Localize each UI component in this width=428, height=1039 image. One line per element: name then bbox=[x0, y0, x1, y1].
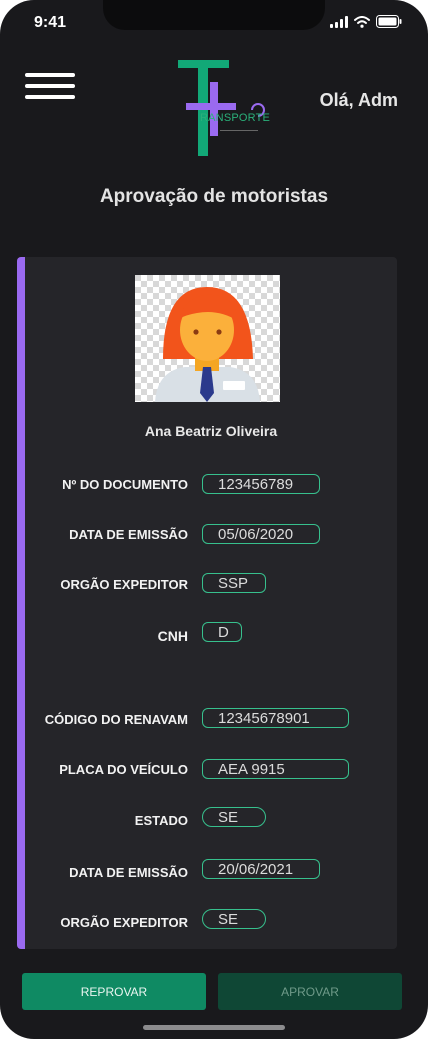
vehicle-issuing-agency-label: ORGÃO EXPEDITOR bbox=[60, 915, 188, 930]
issuing-agency-label: ORGÃO EXPEDITOR bbox=[60, 577, 188, 592]
state-value: SE bbox=[202, 807, 266, 827]
status-time: 9:41 bbox=[34, 14, 67, 31]
issue-date-label: DATA DE EMISSÃO bbox=[69, 527, 188, 542]
battery-icon bbox=[376, 15, 402, 28]
issue-date-value: 05/06/2020 bbox=[202, 524, 320, 544]
vehicle-issue-date-label: DATA DE EMISSÃO bbox=[69, 865, 188, 880]
greeting: Olá, Adm bbox=[319, 90, 398, 110]
renavam-code-value: 12345678901 bbox=[202, 708, 349, 728]
vehicle-issuing-agency-value: SE bbox=[202, 909, 266, 929]
vehicle-plate-value: AEA 9915 bbox=[202, 759, 349, 779]
document-number-value: 123456789 bbox=[202, 474, 320, 494]
signal-icon bbox=[330, 15, 348, 28]
driver-card: Ana Beatriz Oliveira Nº DO DOCUMENTO 123… bbox=[17, 257, 397, 949]
renavam-code-label: CÓDIGO DO RENAVAM bbox=[44, 712, 188, 727]
app-logo: RANSPORTE bbox=[176, 60, 271, 156]
status-icons bbox=[330, 15, 402, 28]
notch bbox=[103, 0, 325, 30]
state-label: ESTADO bbox=[134, 813, 188, 828]
avatar-icon bbox=[135, 275, 280, 402]
card-accent-bar bbox=[17, 257, 25, 949]
reject-button[interactable]: REPROVAR bbox=[22, 973, 206, 1010]
logo-text: RANSPORTE bbox=[200, 112, 271, 124]
menu-icon[interactable] bbox=[25, 73, 75, 103]
phone-screen: 9:41 RANSPORTE Olá, Adm Aprovação de mot… bbox=[0, 0, 428, 1039]
vehicle-plate-label: PLACA DO VEÍCULO bbox=[59, 762, 188, 777]
issuing-agency-value: SSP bbox=[202, 573, 266, 593]
cnh-label: CNH bbox=[157, 628, 188, 644]
home-indicator bbox=[143, 1025, 285, 1030]
approve-button[interactable]: APROVAR bbox=[218, 973, 402, 1010]
driver-name: Ana Beatriz Oliveira bbox=[144, 423, 278, 439]
vehicle-issue-date-value: 20/06/2021 bbox=[202, 859, 320, 879]
page-title: Aprovação de motoristas bbox=[99, 186, 329, 207]
document-number-label: Nº DO DOCUMENTO bbox=[62, 477, 188, 492]
cnh-value: D bbox=[202, 622, 242, 642]
wifi-icon bbox=[354, 15, 370, 28]
